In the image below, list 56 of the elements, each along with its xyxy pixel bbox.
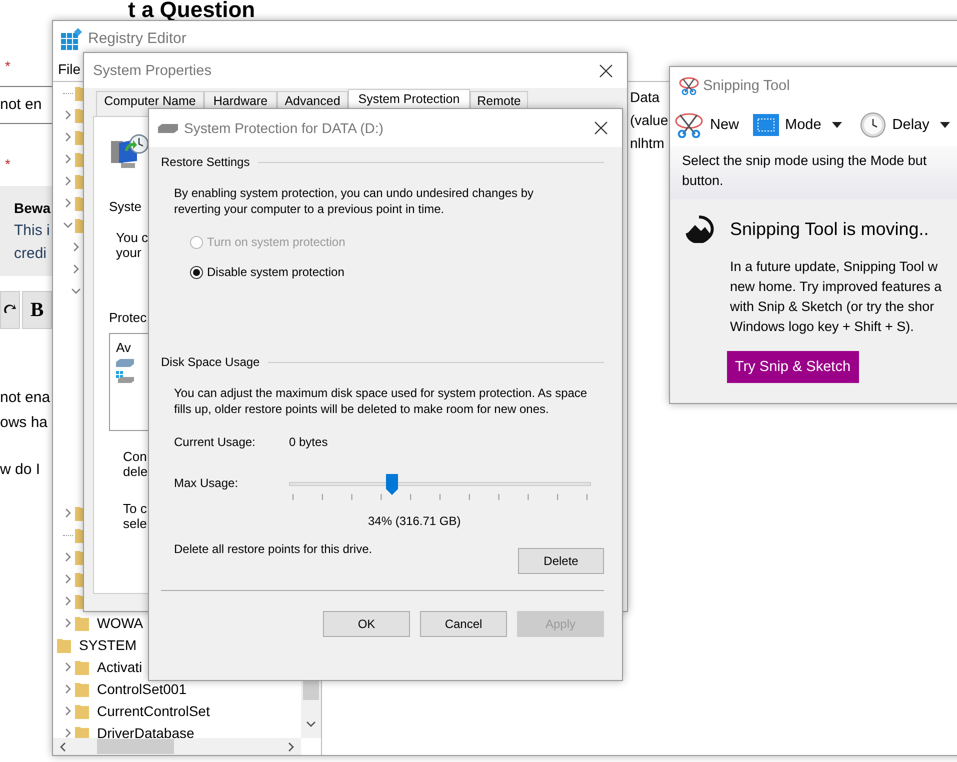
field-value: 0 bytes (289, 435, 328, 449)
notice-text: new home. Try improved features a (730, 278, 943, 296)
required-mark: * (5, 156, 12, 172)
window-title: System Properties (93, 62, 212, 78)
body-text: not ena (0, 389, 52, 406)
field-label: Current Usage: (174, 435, 256, 449)
table-cell: (value (630, 112, 668, 128)
description-text: Delete all restore points for this drive. (174, 542, 372, 556)
required-mark: * (5, 58, 12, 74)
tree-item[interactable]: Activati (97, 659, 142, 675)
notice-title: Bewa (14, 200, 51, 216)
toolbar-button[interactable]: New (674, 112, 740, 138)
tree-item[interactable]: WOWA (97, 615, 144, 631)
notice-text: with Snip & Sketch (or try the shor (730, 298, 936, 316)
toolbar-button[interactable]: Mode (753, 114, 822, 136)
hint-text: Select the snip mode using the Mode but (682, 152, 928, 170)
group-heading: Restore Settings (161, 155, 250, 169)
description-text: You c (116, 230, 148, 245)
section-label: Protec (109, 310, 147, 325)
notice-heading: Snipping Tool is moving.. (730, 218, 929, 240)
description-text: Con (123, 449, 147, 464)
tree-item[interactable]: CurrentControlSet (97, 703, 210, 719)
description-text: sele (123, 516, 147, 531)
page-heading: t a Question (128, 0, 256, 20)
delete-button[interactable]: Delete (518, 548, 604, 574)
hint-text: button. (682, 172, 724, 190)
column-header[interactable]: Data (630, 89, 668, 105)
radio-option[interactable]: Disable system protection (190, 265, 344, 279)
window-title: System Protection for DATA (D:) (184, 120, 384, 136)
notice-text: In a future update, Snipping Tool w (730, 258, 939, 276)
tree-item[interactable]: DriverDatabase (97, 725, 194, 738)
menu-item[interactable]: File (58, 60, 81, 76)
bold-button[interactable]: B (22, 291, 52, 329)
description-text: To c (123, 501, 147, 516)
tree-item[interactable]: SYSTEM (79, 637, 137, 653)
description-text: your (116, 245, 142, 260)
toolbar-button[interactable]: Delay (860, 112, 930, 138)
window-title: Snipping Tool (703, 78, 790, 94)
body-text: w do I (0, 461, 42, 478)
notice-text: Windows logo key + Shift + S). (730, 318, 915, 336)
window-title: Registry Editor (88, 30, 186, 47)
group-heading: Disk Space Usage (161, 355, 260, 369)
description-text: You can adjust the maximum disk space used for system protection. As space fills up, older restore points will be deleted to make room for new ones. (174, 385, 588, 417)
body-text: ows ha (0, 414, 49, 431)
try-snip-sketch-button[interactable]: Try Snip & Sketch (727, 351, 859, 383)
tree-item[interactable]: ControlSet001 (97, 681, 187, 697)
description-text: By enabling system protection, you can undo undesired changes by reverting your computer to a previous point in time. (174, 185, 535, 217)
table-cell-text: nlhtm (630, 135, 666, 151)
section-heading: Syste (109, 199, 142, 214)
field-label: Max Usage: (174, 476, 240, 490)
dialog-button[interactable]: OK (323, 611, 410, 637)
notice-text: credi (14, 245, 47, 262)
notice-text: This i (14, 222, 50, 239)
description-text: dele (123, 464, 148, 479)
slider-reading: 34% (316.71 GB) (368, 514, 461, 528)
dialog-button[interactable]: Cancel (420, 611, 507, 637)
